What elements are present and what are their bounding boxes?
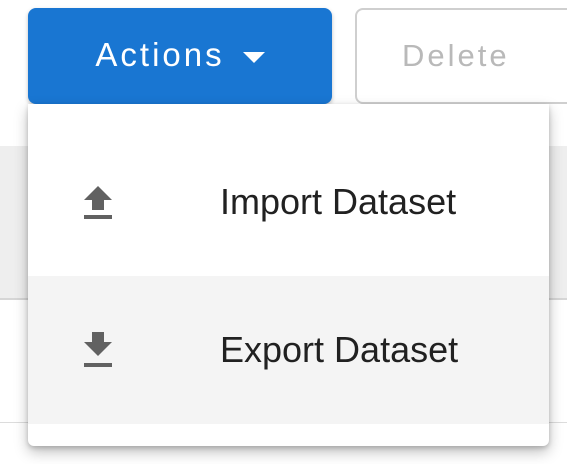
actions-button-label: Actions — [95, 36, 225, 73]
actions-dropdown-button[interactable]: Actions — [28, 8, 332, 104]
delete-button[interactable]: Delete — [355, 8, 567, 104]
upload-icon — [84, 186, 112, 219]
menu-item-label: Export Dataset — [220, 329, 459, 370]
actions-menu: Import Dataset Export Dataset — [28, 104, 549, 446]
menu-item-import-dataset[interactable]: Import Dataset — [28, 128, 549, 276]
menu-item-export-dataset[interactable]: Export Dataset — [28, 276, 549, 424]
caret-down-icon — [242, 51, 265, 63]
menu-item-label: Import Dataset — [220, 181, 457, 222]
download-icon — [84, 332, 112, 367]
delete-button-label: Delete — [402, 38, 510, 73]
